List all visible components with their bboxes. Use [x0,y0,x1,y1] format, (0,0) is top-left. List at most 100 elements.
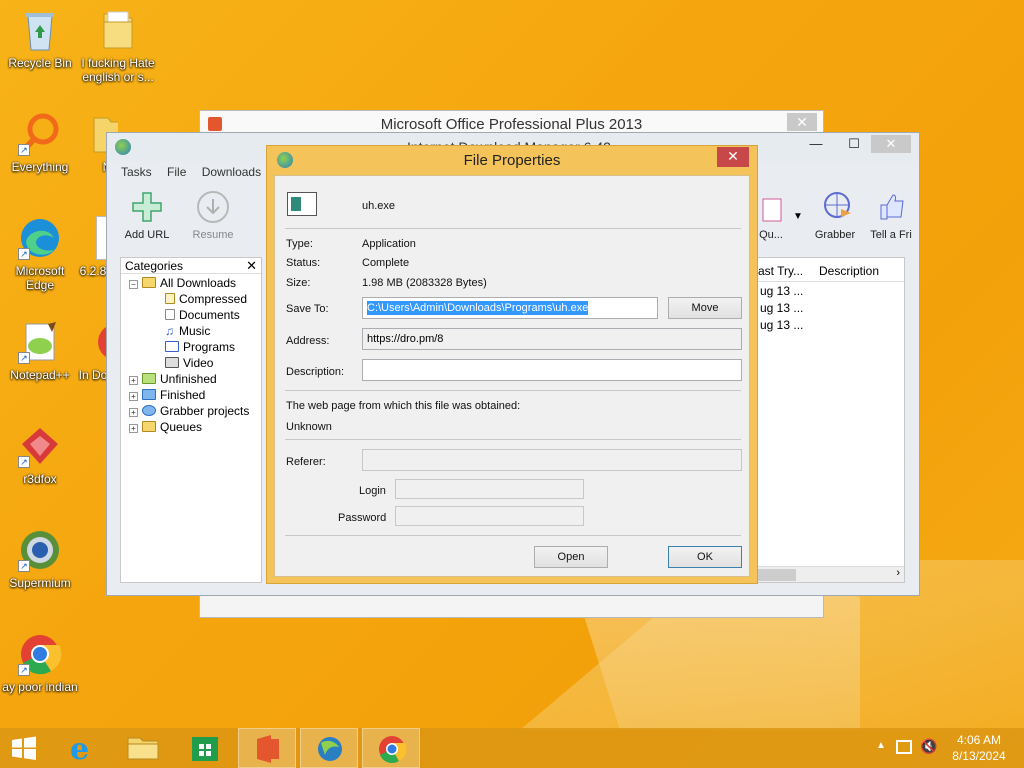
chrome-icon: ↗ [18,632,62,676]
minimize-button[interactable]: — [801,135,831,153]
notepadpp-icon: ↗ [18,320,62,364]
folder-icon [96,8,140,52]
idm-logo-icon [115,139,131,155]
login-field[interactable] [395,479,584,499]
internet-explorer-icon: e [70,732,89,767]
column-last-try[interactable]: ast Try... [758,264,803,278]
save-to-field[interactable]: C:\Users\Admin\Downloads\Programs\uh.exe [362,297,658,319]
desktop-icon-folder[interactable]: I fucking Hate english or s... [78,8,158,84]
tree-item-programs[interactable]: Programs [165,340,235,354]
tree-item-video[interactable]: Video [165,356,213,370]
desktop-icon-628[interactable]: 6.2.8 [78,216,108,278]
desktop-icon-everything[interactable]: ↗ Everything [0,112,80,174]
start-button[interactable] [0,728,48,768]
file-properties-dialog[interactable]: File Properties ✕ uh.exe Type: Applicati… [266,145,758,584]
expand-icon[interactable]: + [129,408,138,417]
tree-item-music[interactable]: ♫ Music [165,324,210,338]
separator [285,439,741,440]
cell-last-try: ug 13 ... [760,318,804,332]
scrollbar-thumb[interactable] [756,569,796,581]
taskbar-internet-explorer[interactable]: e [52,728,110,768]
desktop-icon-label: Microsoft Edge [15,264,65,292]
taskbar-idm[interactable] [300,728,358,768]
list-header: ast Try... Description [756,258,904,282]
expand-icon[interactable]: + [129,392,138,401]
film-icon [165,357,179,368]
table-row[interactable]: ug 13 ... [756,284,904,301]
idm-close-button[interactable]: ✕ [871,135,911,153]
taskbar-chrome[interactable] [362,728,420,768]
taskbar-office[interactable] [238,728,296,768]
tell-a-friend-button[interactable]: Tell a Fri [863,191,919,241]
referer-field[interactable] [362,449,742,471]
taskbar-file-explorer[interactable] [114,728,172,768]
desktop-icon-edge[interactable]: ↗ Microsoft Edge [0,216,80,292]
ok-button[interactable]: OK [668,546,742,568]
network-icon[interactable] [896,740,912,754]
grabber-button[interactable]: Grabber [803,191,867,241]
collapse-icon[interactable]: − [129,280,138,289]
tree-item-documents[interactable]: Documents [165,308,240,322]
dialog-close-button[interactable]: ✕ [717,147,749,167]
desktop-icon-notepadpp[interactable]: ↗ Notepad++ [0,320,80,382]
maximize-button[interactable]: ☐ [839,135,869,153]
menu-tasks[interactable]: Tasks [115,163,158,181]
address-field[interactable]: https://dro.pm/8 [362,328,742,350]
desktop-icon-idm[interactable]: In Do [78,320,108,382]
tree-item-label: Queues [160,420,203,434]
file-explorer-icon [127,737,159,760]
desktop-icon-recycle-bin[interactable]: Recycle Bin [0,8,80,70]
cell-last-try: ug 13 ... [760,301,804,315]
tree-item-all-downloads[interactable]: − All Downloads [129,276,236,290]
file-name: uh.exe [362,200,396,212]
tree-item-grabber-projects[interactable]: + Grabber projects [129,404,249,418]
desktop-icon-r3dfox[interactable]: ↗ r3dfox [0,424,80,486]
desktop-icon-chrome[interactable]: ↗ ay poor indian [0,632,80,694]
resume-button[interactable]: Resume [181,191,245,241]
download-arrow-icon [197,191,229,223]
resume-label: Resume [192,229,234,241]
tree-item-finished[interactable]: + Finished [129,388,205,402]
shortcut-arrow-icon: ↗ [18,664,30,676]
volume-muted-icon[interactable]: 🔇 [920,738,937,755]
size-value: 1.98 MB (2083328 Bytes) [362,277,487,289]
tree-item-label: Finished [160,388,206,402]
expand-icon[interactable]: + [129,424,138,433]
menu-downloads[interactable]: Downloads [196,163,267,181]
password-field[interactable] [395,506,584,526]
scroll-right-icon[interactable]: › [896,567,900,579]
desktop-icon-label: r3dfox [23,472,57,486]
move-button[interactable]: Move [668,297,742,319]
column-description[interactable]: Description [819,264,879,278]
categories-close-icon[interactable]: ✕ [246,258,257,274]
taskbar-store[interactable] [176,728,234,768]
r3dfox-icon: ↗ [18,424,62,468]
separator [285,390,741,391]
office-close-button[interactable]: ✕ [787,113,817,131]
table-row[interactable]: ug 13 ... [756,301,904,318]
clock[interactable]: 4:06 AM 8/13/2024 [944,732,1014,764]
tray-expand-icon[interactable]: ▲ [876,740,886,751]
queue-label: Qu... [759,229,783,241]
shortcut-arrow-icon: ↗ [18,144,30,156]
tree-item-compressed[interactable]: Compressed [165,292,247,306]
tree-item-queues[interactable]: + Queues [129,420,202,434]
open-button[interactable]: Open [534,546,608,568]
address-label: Address: [286,335,330,347]
horizontal-scrollbar[interactable]: › [756,566,904,582]
categories-header: Categories ✕ [121,258,261,274]
desktop-icon-supermium[interactable]: ↗ Supermium [0,528,80,590]
exe-file-icon [287,192,317,216]
tell-a-friend-label: Tell a Fri [870,229,912,241]
grabber-label: Grabber [814,229,856,241]
desktop-icon-label: ay poor indian [2,680,78,694]
add-url-button[interactable]: Add URL [115,191,179,241]
table-row[interactable]: ug 13 ... [756,318,904,335]
tree-item-unfinished[interactable]: + Unfinished [129,372,217,386]
description-field[interactable] [362,359,742,381]
dropdown-arrow-icon[interactable]: ▼ [793,211,803,222]
expand-icon[interactable]: + [129,376,138,385]
menu-file[interactable]: File [161,163,192,181]
downloads-list: ast Try... Description ug 13 ... ug 13 .… [755,257,905,583]
desktop-icon-label: In Do [78,368,108,382]
